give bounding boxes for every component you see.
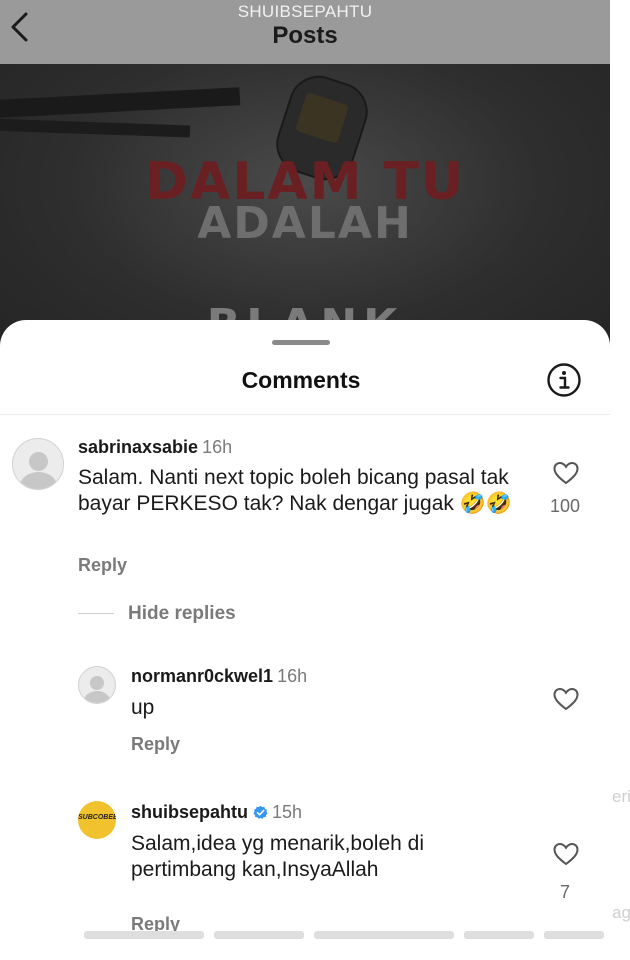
edge-text: eri (612, 787, 630, 806)
reply-meta: normanr0ckwel1 16h (131, 666, 307, 687)
avatar-head-shape (28, 452, 48, 471)
top-header: SHUIBSEPAHTU Posts (0, 0, 610, 64)
replies-divider-line (78, 613, 114, 614)
avatar-head-shape (90, 676, 104, 691)
heart-icon[interactable] (552, 841, 580, 867)
sheet-title: Comments (241, 367, 361, 393)
reply-button[interactable]: Reply (131, 734, 180, 755)
reply-text: up (131, 696, 155, 719)
reply-time: 15h (272, 802, 303, 822)
reply-username[interactable]: shuibsepahtu (131, 802, 248, 822)
mic-arm-shape (0, 118, 191, 138)
post-image: DALAM TU ADALAH BLANK (0, 64, 610, 364)
reply-button[interactable]: Reply (78, 555, 127, 576)
comment-meta: sabrinaxsabie 16h (78, 437, 232, 458)
avatar[interactable]: SUBCOBEE (78, 801, 116, 839)
sheet-divider (0, 414, 610, 415)
reply-item: normanr0ckwel1 16h up Reply (0, 660, 610, 760)
verified-badge-icon (253, 805, 268, 819)
avatar-body-shape (83, 690, 111, 703)
reply-username[interactable]: normanr0ckwel1 (131, 666, 273, 686)
avatar[interactable] (78, 666, 116, 704)
account-name: SHUIBSEPAHTU (237, 2, 373, 21)
heart-icon[interactable] (552, 460, 580, 486)
post-overlay-text: ADALAH (197, 198, 413, 249)
avatar-logo-text: SUBCOBEE (78, 814, 116, 821)
reply-meta: shuibsepahtu 15h (131, 802, 302, 823)
faded-content-strip (84, 928, 610, 942)
comment-text: Salam. Nanti next topic boleh bicang pas… (78, 466, 512, 515)
heart-icon[interactable] (552, 686, 580, 712)
comment-username[interactable]: sabrinaxsabie (78, 437, 198, 457)
avatar-body-shape (19, 472, 57, 489)
comment-item: sabrinaxsabie 16h Salam. Nanti next topic… (0, 430, 610, 590)
like-count: 7 (559, 882, 570, 902)
reply-text: Salam,idea yg menarik,boleh di pertimban… (131, 832, 424, 881)
comments-sheet: Comments sabrinaxsabie 16h Salam. Nanti n… (0, 320, 610, 960)
like-count: 100 (549, 496, 581, 516)
page-title: Posts (272, 22, 338, 49)
mic-arm-shape (0, 87, 241, 119)
edge-text: ag (612, 903, 630, 922)
info-icon[interactable] (546, 362, 582, 398)
reply-item: SUBCOBEE shuibsepahtu 15h Salam,idea yg … (0, 796, 610, 934)
comment-time: 16h (202, 437, 233, 457)
reply-time: 16h (277, 666, 308, 686)
drag-handle[interactable] (272, 340, 330, 345)
avatar[interactable] (12, 438, 64, 490)
hide-replies-button[interactable]: Hide replies (128, 603, 236, 625)
